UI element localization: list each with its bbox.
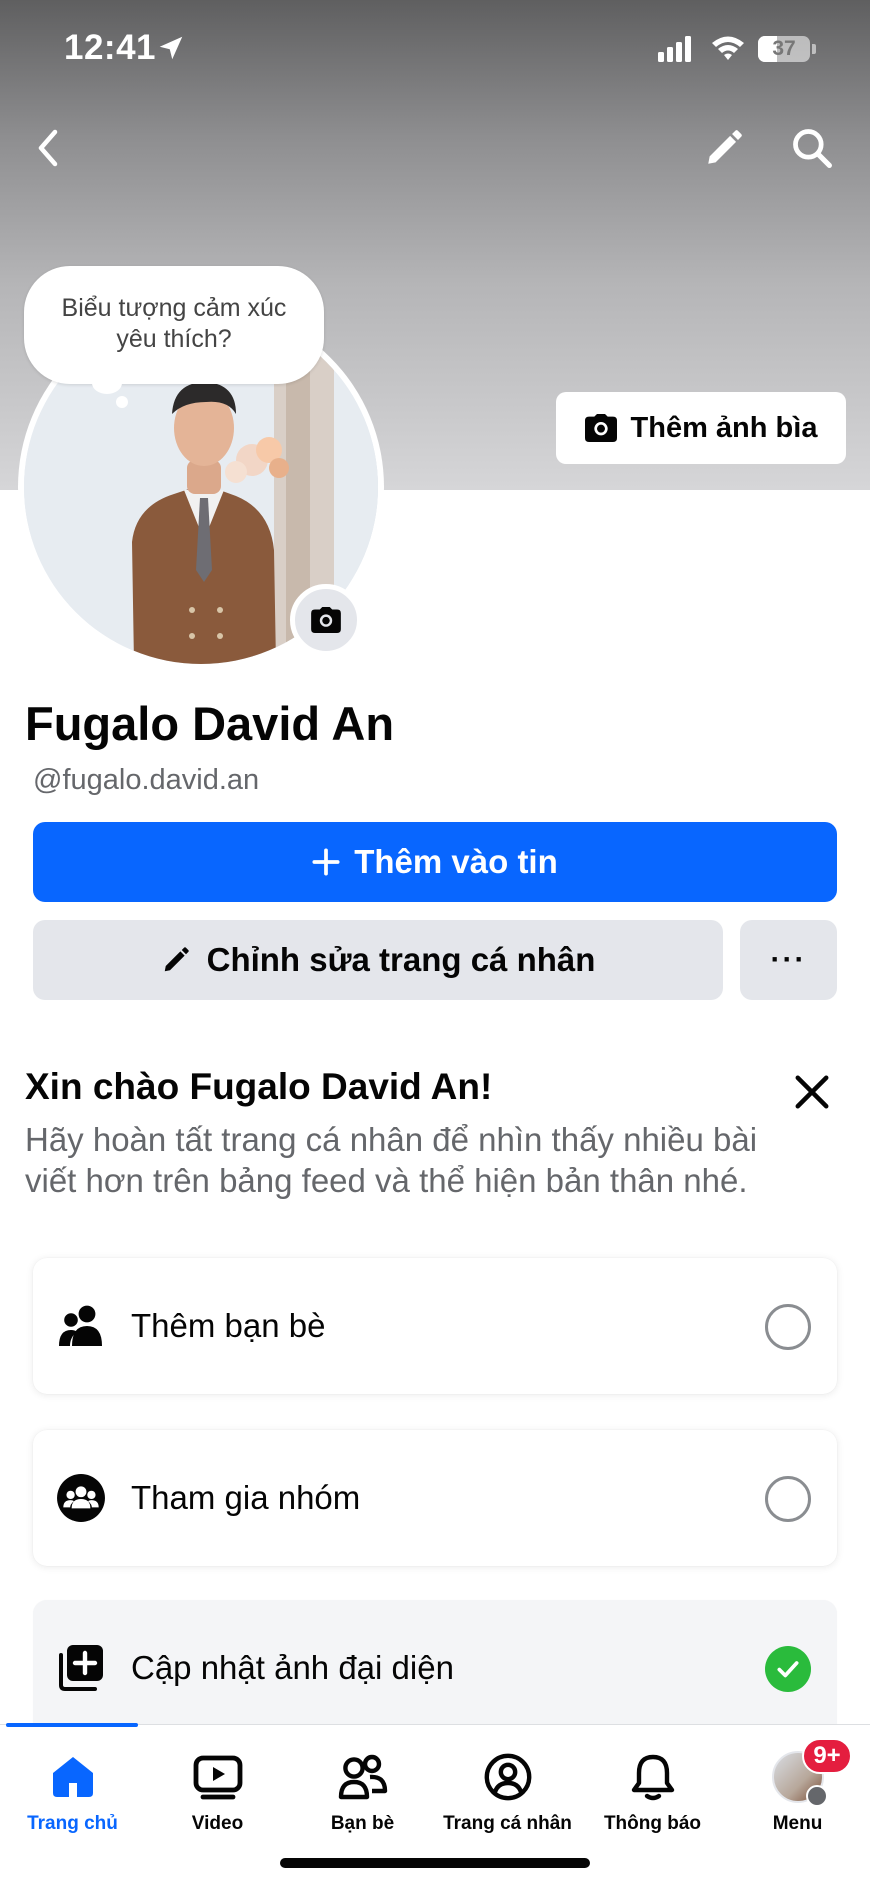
task-radio-unchecked[interactable] <box>765 1476 811 1522</box>
chevron-left-icon <box>38 129 58 167</box>
task-join-groups[interactable]: Tham gia nhóm <box>33 1430 837 1566</box>
edit-profile-label: Chỉnh sửa trang cá nhân <box>206 941 596 978</box>
tab-label: Thông báo <box>603 1813 702 1834</box>
task-label: Tham gia nhóm <box>131 1479 361 1516</box>
close-onboarding-button[interactable] <box>784 1064 840 1120</box>
friends-icon <box>290 1749 435 1805</box>
search-button[interactable] <box>784 120 840 176</box>
camera-icon <box>311 607 341 633</box>
task-label: Cập nhật ảnh đại diện <box>131 1649 454 1686</box>
camera-icon <box>584 414 617 442</box>
bubble-text-line2: yêu thích? <box>116 325 232 353</box>
tab-friends[interactable]: Bạn bè <box>290 1725 435 1845</box>
battery-tip <box>812 44 816 54</box>
close-icon <box>795 1075 829 1109</box>
bubble-text-line1: Biểu tượng cảm xúc <box>61 294 287 322</box>
tab-menu[interactable]: Menu <box>725 1725 870 1845</box>
more-options-label: ··· <box>770 943 807 976</box>
checkmark-icon <box>777 1661 799 1678</box>
status-time: 12:41 <box>64 28 157 67</box>
add-photo-icon <box>55 1642 107 1694</box>
tab-label: Trang cá nhân <box>443 1813 572 1834</box>
battery-indicator: 37 <box>758 36 810 62</box>
tab-profile[interactable]: Trang cá nhân <box>435 1725 580 1845</box>
status-bar: 12:41 37 <box>0 0 870 100</box>
wifi-icon <box>712 36 744 60</box>
friends-icon <box>55 1300 107 1352</box>
task-label: Thêm bạn bè <box>131 1307 326 1344</box>
home-indicator <box>280 1858 590 1868</box>
profile-icon <box>435 1749 580 1805</box>
tab-label: Trang chủ <box>27 1813 118 1834</box>
groups-icon <box>55 1472 107 1524</box>
back-button[interactable] <box>20 120 76 176</box>
notification-badge: 9+ <box>802 1738 852 1774</box>
more-options-button[interactable]: ··· <box>740 920 837 1000</box>
add-to-story-label: Thêm vào tin <box>354 843 558 880</box>
tab-home[interactable]: Trang chủ <box>0 1725 145 1845</box>
bell-icon <box>580 1749 725 1805</box>
video-icon <box>145 1749 290 1805</box>
bubble-tail <box>92 372 122 394</box>
tab-label: Video <box>191 1813 244 1834</box>
tab-video[interactable]: Video <box>145 1725 290 1845</box>
task-check-done <box>765 1646 811 1692</box>
profile-handle: @fugalo.david.an <box>33 764 260 796</box>
pencil-icon <box>708 130 742 164</box>
bubble-tail-dot <box>116 396 128 408</box>
signal-icon <box>658 36 691 62</box>
onboarding-title: Xin chào Fugalo David An! <box>25 1066 493 1107</box>
menu-lines-icon <box>805 1785 828 1807</box>
task-add-friends[interactable]: Thêm bạn bè <box>33 1258 837 1394</box>
pencil-icon <box>164 947 189 972</box>
edit-profile-button[interactable]: Chỉnh sửa trang cá nhân <box>33 920 723 1000</box>
tab-label: Menu <box>772 1813 823 1834</box>
add-cover-photo-button[interactable]: Thêm ảnh bìa <box>556 392 846 464</box>
avatar-status-bubble[interactable]: Biểu tượng cảm xúc yêu thích? <box>24 266 324 384</box>
home-icon <box>0 1749 145 1805</box>
plus-icon <box>312 848 340 876</box>
task-radio-unchecked[interactable] <box>765 1304 811 1350</box>
change-avatar-button[interactable] <box>290 584 362 656</box>
tab-notifications[interactable]: Thông báo <box>580 1725 725 1845</box>
location-arrow-icon <box>159 36 183 60</box>
task-update-avatar[interactable]: Cập nhật ảnh đại diện <box>33 1600 837 1736</box>
tab-label: Bạn bè <box>330 1813 395 1834</box>
edit-button[interactable] <box>696 120 752 176</box>
profile-name: Fugalo David An <box>25 697 395 750</box>
add-to-story-button[interactable]: Thêm vào tin <box>33 822 837 902</box>
add-cover-photo-label: Thêm ảnh bìa <box>630 411 818 444</box>
search-icon <box>793 129 832 168</box>
onboarding-description: Hãy hoàn tất trang cá nhân để nhìn thấy … <box>25 1121 758 1199</box>
battery-level: 37 <box>772 37 796 60</box>
